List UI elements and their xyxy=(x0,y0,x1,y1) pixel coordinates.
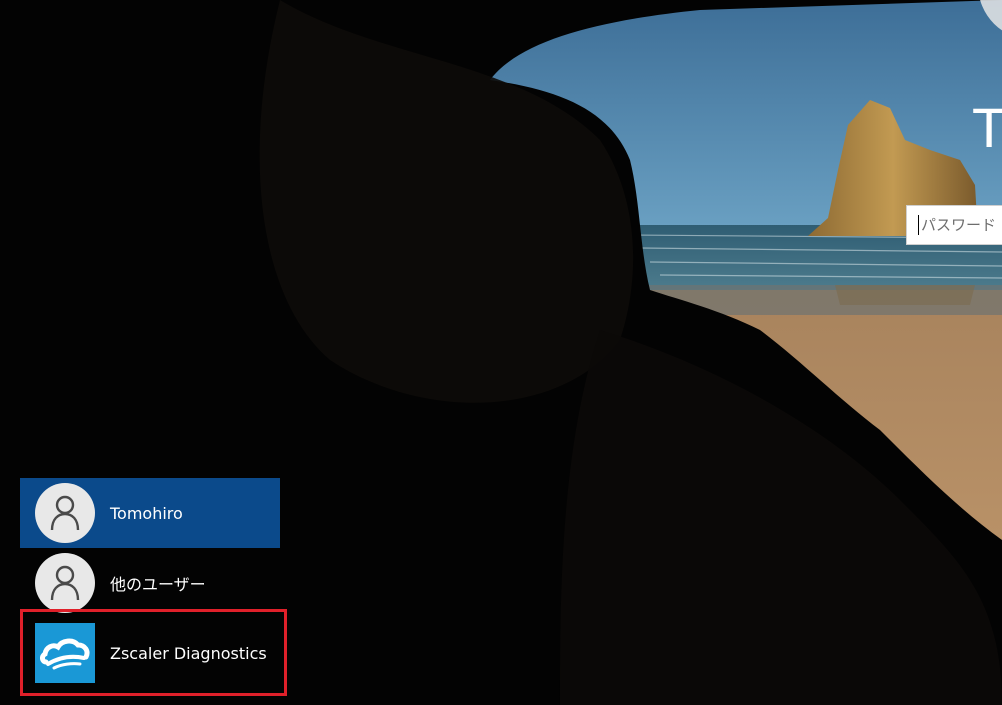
zscaler-cloud-icon xyxy=(35,623,95,683)
password-field[interactable] xyxy=(906,205,1002,245)
user-item-label: Zscaler Diagnostics xyxy=(110,643,267,663)
user-item-label: Tomohiro xyxy=(110,503,183,523)
lock-screen: T Tomohiro 他のユーザー Zscaler Diagnostics xyxy=(0,0,1002,705)
user-item-other-user[interactable]: 他のユーザー xyxy=(20,548,280,618)
user-person-icon xyxy=(35,483,95,543)
user-item-zscaler-diagnostics[interactable]: Zscaler Diagnostics xyxy=(20,618,280,688)
password-input[interactable] xyxy=(919,216,1002,234)
user-person-icon xyxy=(35,553,95,613)
user-item-label: 他のユーザー xyxy=(110,575,206,594)
account-username: T xyxy=(972,96,1002,159)
user-switch-list: Tomohiro 他のユーザー Zscaler Diagnostics xyxy=(20,478,280,688)
user-item-tomohiro[interactable]: Tomohiro xyxy=(20,478,280,548)
